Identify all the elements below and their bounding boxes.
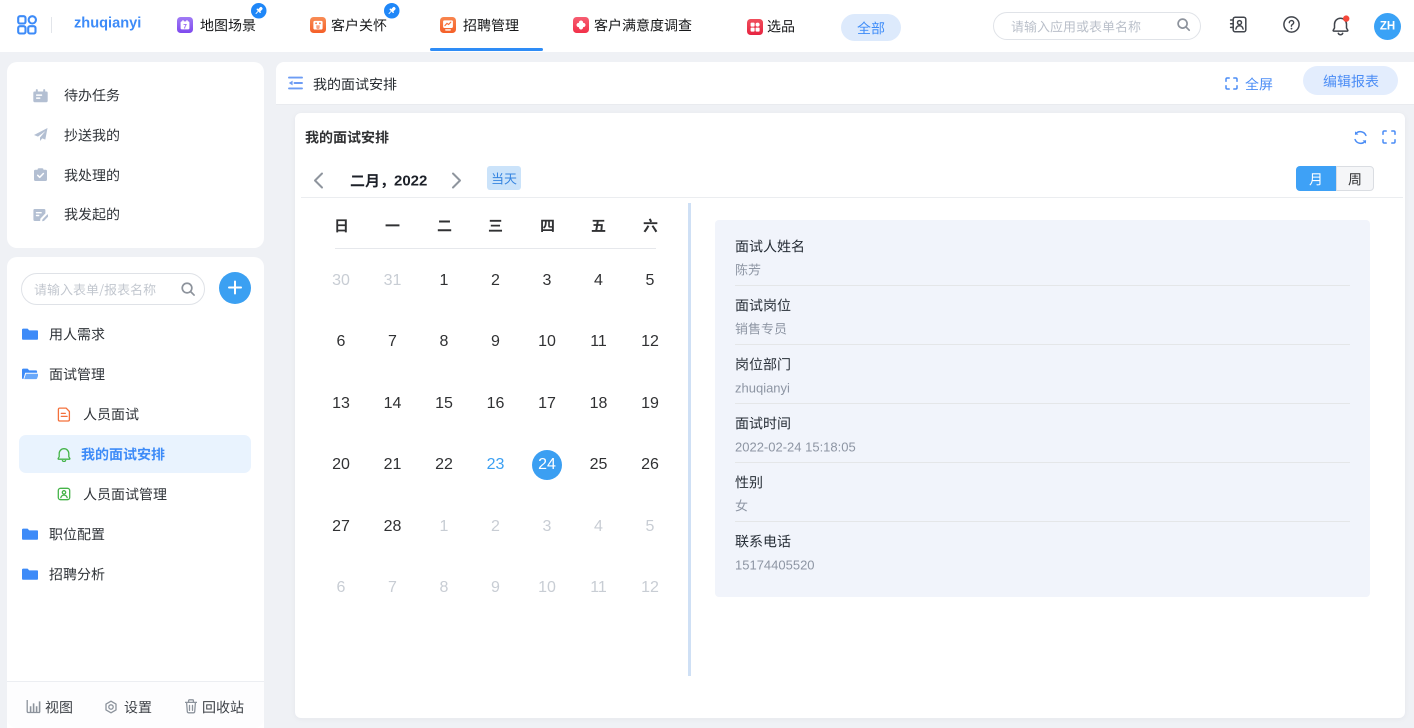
svg-text:7: 7 bbox=[183, 23, 187, 30]
